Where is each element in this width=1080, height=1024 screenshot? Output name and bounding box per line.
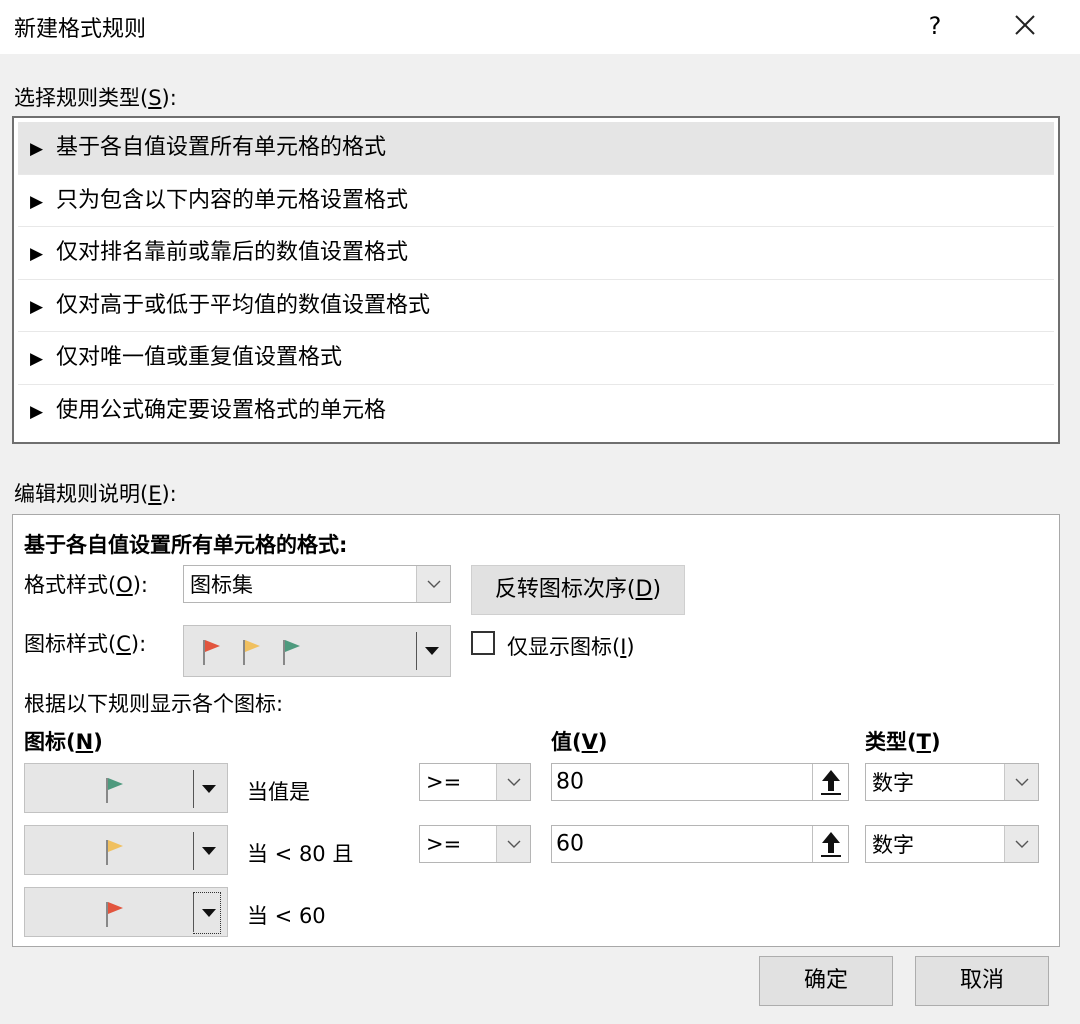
show-icon-only-label: 仅显示图标(I) [507, 635, 635, 659]
arrow-up-icon [820, 770, 841, 795]
type-value: 数字 [872, 771, 914, 795]
chevron-down-icon [1015, 778, 1028, 786]
show-icon-only-checkbox[interactable] [471, 631, 495, 655]
cancel-button[interactable]: 取消 [915, 956, 1049, 1006]
icon-select-row-1[interactable] [24, 763, 228, 813]
close-icon [1015, 15, 1035, 35]
rule-heading: 基于各自值设置所有单元格的格式: [24, 533, 348, 557]
dropdown-button[interactable] [496, 764, 530, 800]
expand-arrow-icon: ▶ [30, 349, 44, 369]
flag-red-icon [106, 902, 123, 927]
dropdown-button[interactable] [496, 826, 530, 862]
type-select-row-2[interactable]: 数字 [865, 825, 1039, 863]
ok-button[interactable]: 确定 [759, 956, 893, 1006]
separator [193, 894, 194, 932]
ref-picker-button[interactable] [812, 826, 848, 862]
chevron-down-icon [507, 778, 520, 786]
operator-value: >= [426, 832, 462, 856]
reverse-icon-order-button[interactable]: 反转图标次序(D) [471, 565, 685, 615]
rule-type-item[interactable]: ▶ 使用公式确定要设置格式的单元格 [18, 385, 1054, 438]
separator [193, 832, 194, 870]
column-header-icon: 图标(N) [24, 730, 103, 754]
rule-type-item[interactable]: ▶ 基于各自值设置所有单元格的格式 [18, 122, 1054, 175]
rule-type-item[interactable]: ▶ 只为包含以下内容的单元格设置格式 [18, 175, 1054, 227]
operator-select-row-2[interactable]: >= [419, 825, 531, 863]
close-button[interactable] [1003, 8, 1047, 44]
icon-style-select[interactable] [183, 625, 451, 677]
rule-description-panel: 基于各自值设置所有单元格的格式: 格式样式(O): 图标集 反转图标次序(D) … [12, 514, 1060, 947]
flag-yellow-icon [243, 640, 260, 665]
title-bar: 新建格式规则 ? [0, 0, 1080, 54]
caret-down-icon[interactable] [201, 846, 217, 856]
column-header-type: 类型(T) [865, 730, 941, 754]
ref-picker-button[interactable] [812, 764, 848, 800]
expand-arrow-icon: ▶ [30, 401, 44, 422]
operator-select-row-1[interactable]: >= [419, 763, 531, 801]
condition-text: 当 < 60 [247, 904, 326, 928]
condition-text: 当值是 [247, 780, 310, 804]
dialog-title: 新建格式规则 [14, 17, 147, 42]
edit-rule-label: 编辑规则说明(E): [14, 482, 177, 506]
value-input-row-2[interactable]: 60 [551, 825, 849, 863]
column-header-value: 值(V) [551, 730, 608, 754]
expand-arrow-icon: ▶ [30, 296, 44, 317]
type-value: 数字 [872, 833, 914, 857]
caret-down-icon[interactable] [201, 784, 217, 794]
flag-green-icon [283, 640, 300, 665]
expand-arrow-icon: ▶ [30, 191, 44, 212]
icon-select-row-2[interactable] [24, 825, 228, 875]
separator [193, 770, 194, 808]
expand-arrow-icon: ▶ [30, 244, 44, 264]
arrow-up-icon [820, 832, 841, 857]
flag-red-icon [203, 640, 220, 665]
format-style-value: 图标集 [190, 573, 253, 597]
caret-down-icon[interactable] [201, 908, 217, 918]
format-style-select[interactable]: 图标集 [183, 565, 451, 603]
rules-caption: 根据以下规则显示各个图标: [24, 692, 284, 716]
expand-arrow-icon: ▶ [30, 139, 44, 159]
rule-type-item[interactable]: ▶ 仅对高于或低于平均值的数值设置格式 [18, 280, 1054, 332]
icon-select-row-3[interactable] [24, 887, 228, 937]
rule-type-item[interactable]: ▶ 仅对排名靠前或靠后的数值设置格式 [18, 227, 1054, 280]
chevron-down-icon [1015, 840, 1028, 848]
type-select-row-1[interactable]: 数字 [865, 763, 1039, 801]
value-input-row-1[interactable]: 80 [551, 763, 849, 801]
icon-style-label: 图标样式(C): [24, 632, 147, 656]
flag-green-icon [106, 778, 123, 803]
caret-down-icon[interactable] [424, 646, 440, 656]
dropdown-button[interactable] [1004, 826, 1038, 862]
rule-type-list[interactable]: ▶ 基于各自值设置所有单元格的格式 ▶ 只为包含以下内容的单元格设置格式 ▶ 仅对排名… [12, 116, 1060, 444]
help-button[interactable]: ? [918, 8, 952, 44]
chevron-down-icon [427, 580, 440, 588]
condition-text: 当 < 80 且 [247, 842, 354, 866]
rule-type-label: 选择规则类型(S): [14, 86, 177, 110]
rule-type-item[interactable]: ▶ 仅对唯一值或重复值设置格式 [18, 332, 1054, 385]
chevron-down-icon [507, 840, 520, 848]
operator-value: >= [426, 770, 462, 794]
format-style-label: 格式样式(O): [24, 573, 149, 597]
flag-yellow-icon [106, 840, 123, 865]
dropdown-button[interactable] [416, 566, 450, 602]
separator [416, 632, 417, 670]
dropdown-button[interactable] [1004, 764, 1038, 800]
